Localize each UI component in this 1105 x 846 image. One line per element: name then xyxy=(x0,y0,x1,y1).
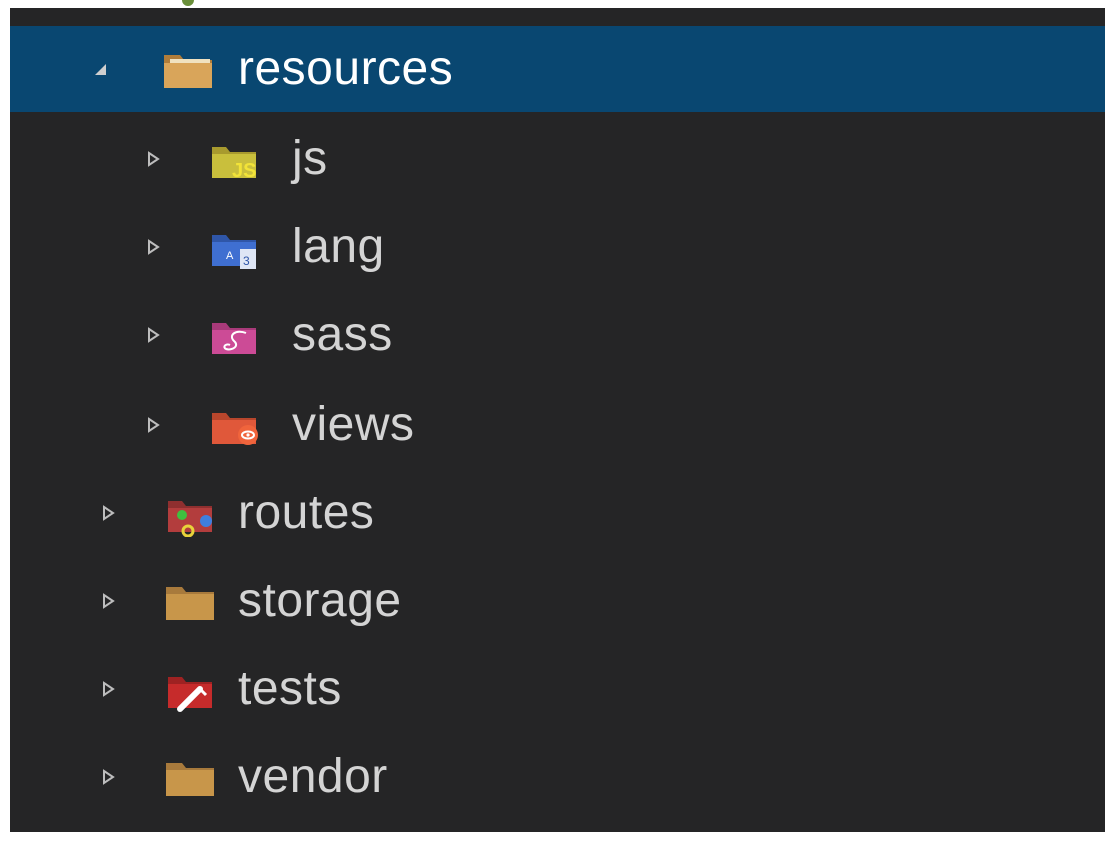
tree-item-resources[interactable]: resources xyxy=(10,26,1105,112)
folder-icon xyxy=(162,577,218,625)
tree-item-label: views xyxy=(292,398,415,451)
tree-item-tests[interactable]: tests xyxy=(10,646,1105,732)
folder-icon xyxy=(162,753,218,801)
chevron-right-icon[interactable] xyxy=(98,591,118,611)
svg-text:A: A xyxy=(226,250,234,262)
tree-item-routes[interactable]: routes xyxy=(10,470,1105,556)
tree-item-label: sass xyxy=(292,308,393,361)
folder-tests-icon xyxy=(162,665,218,713)
tree-item-sass[interactable]: sass xyxy=(10,292,1105,378)
tree-item-label: routes xyxy=(238,486,375,539)
tree-item-vendor[interactable]: vendor xyxy=(10,734,1105,820)
chevron-right-icon[interactable] xyxy=(143,415,163,435)
chevron-right-icon[interactable] xyxy=(143,325,163,345)
folder-sass-icon xyxy=(206,311,262,359)
svg-text:3: 3 xyxy=(243,254,250,268)
tree-item-views[interactable]: views xyxy=(10,382,1105,468)
chevron-right-icon[interactable] xyxy=(143,237,163,257)
tree-item-storage[interactable]: storage xyxy=(10,558,1105,644)
folder-open-icon xyxy=(160,45,216,93)
svg-text:JS: JS xyxy=(232,160,256,182)
tree-item-label: resources xyxy=(238,42,454,95)
top-border xyxy=(10,0,1105,8)
chevron-right-icon[interactable] xyxy=(98,679,118,699)
folder-lang-icon: A 3 xyxy=(206,223,262,271)
chevron-down-icon[interactable] xyxy=(90,59,110,79)
tree-item-label: lang xyxy=(292,220,385,273)
tree-item-label: tests xyxy=(238,662,342,715)
chevron-right-icon[interactable] xyxy=(98,767,118,787)
tree-item-label: vendor xyxy=(238,750,388,803)
folder-views-icon xyxy=(206,401,262,449)
tree-item-js[interactable]: JS js xyxy=(10,116,1105,202)
folder-routes-icon xyxy=(162,489,218,537)
bottom-border xyxy=(10,832,1105,846)
file-explorer: resources JS js A 3 lang sass views rout… xyxy=(10,0,1105,846)
tree-item-lang[interactable]: A 3 lang xyxy=(10,204,1105,290)
folder-js-icon: JS xyxy=(206,135,262,183)
chevron-right-icon[interactable] xyxy=(143,149,163,169)
tree-item-label: storage xyxy=(238,574,402,627)
tree-item-label: js xyxy=(292,132,328,185)
chevron-right-icon[interactable] xyxy=(98,503,118,523)
